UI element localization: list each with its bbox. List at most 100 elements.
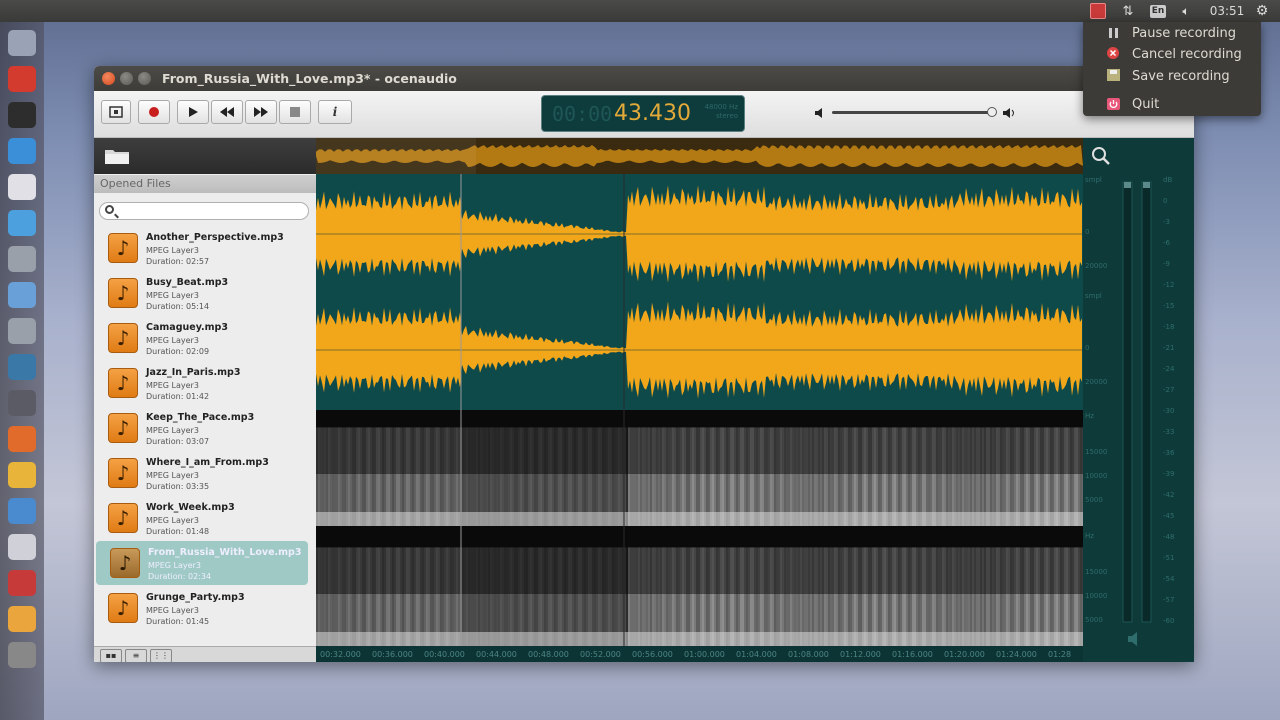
launcher-app-icon[interactable] <box>8 606 36 632</box>
spectrogram-column <box>922 547 924 594</box>
spectrogram-column <box>474 547 476 594</box>
launcher-app-icon[interactable] <box>8 318 36 344</box>
spectrogram-column <box>668 427 670 474</box>
spectrogram-column <box>946 427 948 474</box>
spectrogram-column <box>1018 427 1020 474</box>
spectrogram-column <box>1062 427 1064 474</box>
spectrogram-column <box>776 547 778 594</box>
spectrogram-column <box>640 427 642 474</box>
waveform-editor[interactable]: 00:32.000 00:36.000 00:40.000 00:44.000 00:4… <box>316 138 1083 662</box>
file-list-item[interactable]: ♪ Grunge_Party.mp3 MPEG Layer3 Duration: 01… <box>94 586 309 630</box>
rewind-button[interactable] <box>211 100 243 124</box>
spectrogram-column <box>478 427 480 474</box>
gear-icon[interactable]: ⚙ <box>1252 0 1272 22</box>
launcher-app-icon[interactable] <box>8 354 36 380</box>
spectrogram-column <box>514 547 516 594</box>
spectrogram-column <box>546 427 548 474</box>
minimize-window-button[interactable] <box>120 72 133 85</box>
file-list-item[interactable]: ♪ Busy_Beat.mp3 MPEG Layer3 Duration: 05:14 <box>94 271 309 315</box>
launcher-app-icon[interactable] <box>8 570 36 596</box>
spectrogram-column <box>496 427 498 474</box>
file-list-item[interactable]: ♪ Another_Perspective.mp3 MPEG Layer3 Durat… <box>94 226 309 270</box>
spectrogram-column <box>584 547 586 594</box>
spectrogram-column <box>880 427 882 474</box>
spectrogram-column <box>656 547 658 594</box>
launcher-app-icon[interactable] <box>8 66 36 92</box>
spectrogram-column <box>928 427 930 474</box>
spectrogram-column <box>808 547 810 594</box>
spectrogram-column <box>760 547 762 594</box>
spectrogram-column <box>614 427 616 474</box>
spectrogram-column <box>468 427 470 474</box>
spectrogram-column <box>784 547 786 594</box>
spectrogram-column <box>656 427 658 474</box>
file-list-item[interactable]: ♪ Work_Week.mp3 MPEG Layer3 Duration: 01:48 <box>94 496 309 540</box>
spectrogram-column <box>758 427 760 474</box>
record-button[interactable] <box>138 100 170 124</box>
spectrogram-column <box>704 427 706 474</box>
spectrogram-column <box>886 547 888 594</box>
launcher-app-icon[interactable] <box>8 390 36 416</box>
detail-view-button[interactable]: ⋮⋮ <box>150 649 172 662</box>
info-button[interactable]: i <box>318 100 352 124</box>
spectrogram-column <box>944 427 946 474</box>
spectrogram-column <box>840 427 842 474</box>
spectrogram-column <box>964 427 966 474</box>
spectrogram-column <box>708 547 710 594</box>
launcher-app-icon[interactable] <box>8 498 36 524</box>
keyboard-layout-indicator[interactable]: En <box>1148 0 1168 22</box>
spectrogram-column <box>336 547 338 594</box>
list-view-button[interactable]: ≡ <box>125 649 147 662</box>
file-list-item[interactable]: ♪ Jazz_In_Paris.mp3 MPEG Layer3 Duration: 0… <box>94 361 309 405</box>
spectrogram-column <box>902 547 904 594</box>
network-icon[interactable]: ⇅ <box>1118 0 1138 22</box>
volume-slider-handle[interactable] <box>987 107 997 117</box>
fast-forward-button[interactable] <box>245 100 277 124</box>
grid-view-button[interactable]: ▪▪ <box>100 649 122 662</box>
spectrogram-column <box>502 547 504 594</box>
volume-slider[interactable] <box>832 111 994 114</box>
spectrogram-column <box>928 547 930 594</box>
spectrogram-column <box>744 547 746 594</box>
spectrogram-column <box>482 547 484 594</box>
stop-button[interactable] <box>279 100 311 124</box>
launcher-app-icon[interactable] <box>8 246 36 272</box>
loop-button[interactable] <box>101 100 131 124</box>
launcher-app-icon[interactable] <box>8 462 36 488</box>
file-list-item[interactable]: ♪ Keep_The_Pace.mp3 MPEG Layer3 Duration: 0… <box>94 406 309 450</box>
play-button[interactable] <box>177 100 209 124</box>
spectrogram-column <box>940 547 942 594</box>
spectrogram-column <box>452 547 454 594</box>
folder-icon[interactable] <box>104 147 130 165</box>
launcher-app-icon[interactable] <box>8 642 36 668</box>
spectrogram-column <box>582 427 584 474</box>
search-input[interactable] <box>99 202 309 220</box>
file-format: MPEG Layer3 <box>146 516 199 525</box>
spectrogram-column <box>618 427 620 474</box>
spectrogram-column <box>888 547 890 594</box>
clock[interactable]: 03:51 <box>1204 0 1250 22</box>
launcher-app-icon[interactable] <box>8 282 36 308</box>
launcher-app-icon[interactable] <box>8 102 36 128</box>
launcher-app-icon[interactable] <box>8 30 36 56</box>
launcher-app-icon[interactable] <box>8 138 36 164</box>
file-list-item[interactable]: ♪ Camaguey.mp3 MPEG Layer3 Duration: 02:09 <box>94 316 309 360</box>
launcher-app-icon[interactable] <box>8 210 36 236</box>
maximize-window-button[interactable] <box>138 72 151 85</box>
spectrogram-column <box>444 547 446 594</box>
close-window-button[interactable] <box>102 72 115 85</box>
spectrogram-column <box>662 427 664 474</box>
spectrogram-column <box>934 427 936 474</box>
file-list-item[interactable]: ♪ Where_I_am_From.mp3 MPEG Layer3 Duration:… <box>94 451 309 495</box>
spectrogram-column <box>574 427 576 474</box>
launcher-app-icon[interactable] <box>8 426 36 452</box>
recording-indicator-icon[interactable] <box>1088 0 1108 22</box>
spectrogram-column <box>942 547 944 594</box>
volume-icon[interactable]: 🔈︎ <box>1176 0 1196 22</box>
launcher-app-icon[interactable] <box>8 534 36 560</box>
launcher-app-icon[interactable] <box>8 174 36 200</box>
spectrogram-column <box>962 427 964 474</box>
file-list-item[interactable]: ♪ From_Russia_With_Love.mp3 MPEG Layer3 Dur… <box>96 541 308 585</box>
spectrogram-column <box>1002 427 1004 474</box>
spectrogram-column <box>502 427 504 474</box>
